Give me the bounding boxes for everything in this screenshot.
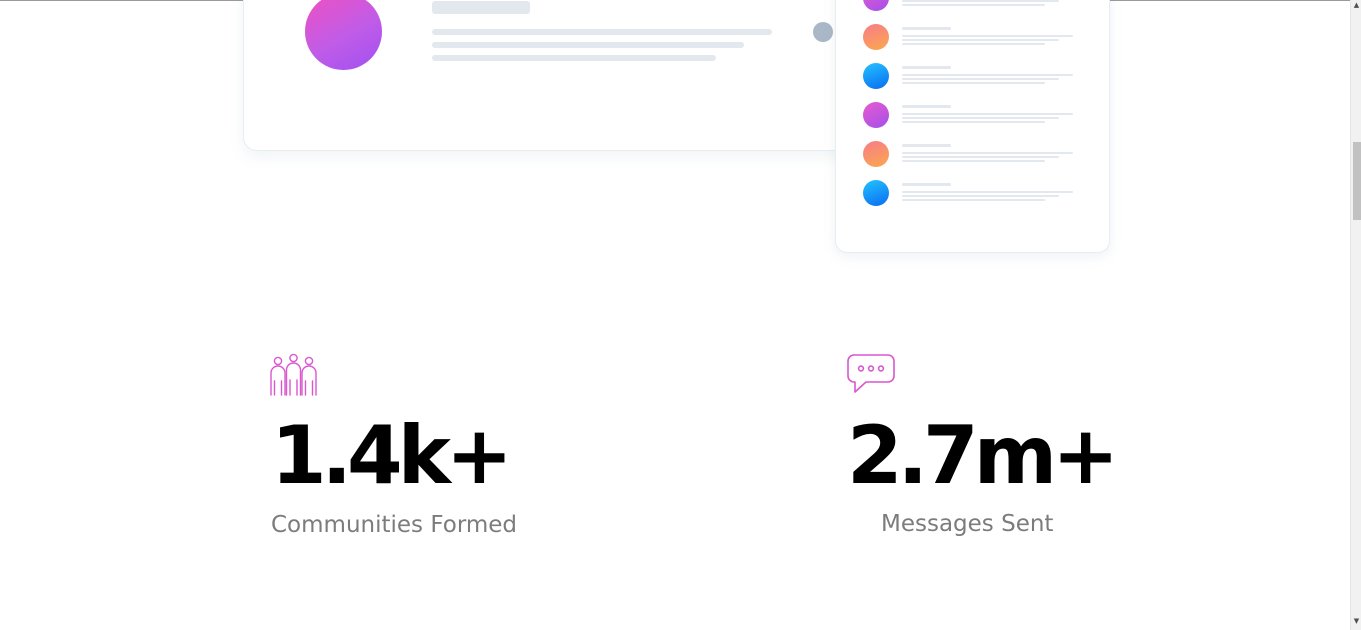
mockup-list-text-skeleton — [902, 0, 1059, 2]
mockup-list-title-skeleton — [902, 105, 951, 108]
mockup-list-avatar — [863, 180, 889, 206]
mockup-list-text-skeleton — [902, 82, 1045, 84]
mockup-list-text-skeleton — [902, 152, 1073, 154]
mockup-list-avatar — [863, 102, 889, 128]
mockup-list-text-skeleton — [902, 199, 1045, 201]
mockup-list-avatar — [863, 24, 889, 50]
mockup-list-text-skeleton — [902, 117, 1059, 119]
messages-label: Messages Sent — [881, 511, 1054, 537]
mockup-list-avatar — [863, 63, 889, 89]
messages-count: 2.7m+ — [847, 409, 1119, 502]
page: 1.4k+ Communities Formed 2.7m+ Messages … — [0, 0, 1361, 630]
mockup-list-title-skeleton — [902, 183, 951, 186]
mockup-list-title-skeleton — [902, 144, 951, 147]
mockup-text-skeleton — [432, 29, 772, 35]
mockup-list-text-skeleton — [902, 113, 1073, 115]
scroll-down-arrow[interactable]: ▼ — [1351, 616, 1361, 627]
mockup-title-skeleton — [432, 1, 530, 14]
mockup-list-text-skeleton — [902, 43, 1045, 45]
mockup-list-title-skeleton — [902, 66, 951, 69]
mockup-list-text-skeleton — [902, 78, 1059, 80]
scrollbar-thumb[interactable] — [1353, 142, 1361, 220]
mockup-list-text-skeleton — [902, 4, 1045, 6]
chat-bubble-icon — [846, 353, 896, 395]
mockup-status-dot — [813, 22, 833, 42]
mockup-list-text-skeleton — [902, 121, 1045, 123]
mockup-list-text-skeleton — [902, 191, 1073, 193]
mockup-list-text-skeleton — [902, 195, 1059, 197]
mockup-list-avatar — [863, 141, 889, 167]
mockup-text-skeleton — [432, 55, 716, 61]
mockup-list-title-skeleton — [902, 27, 951, 30]
mockup-list-text-skeleton — [902, 74, 1073, 76]
communities-label: Communities Formed — [271, 512, 518, 538]
mockup-list-text-skeleton — [902, 160, 1045, 162]
mockup-list-text-skeleton — [902, 35, 1073, 37]
vertical-scrollbar[interactable]: ▲ ▼ — [1350, 0, 1361, 630]
mockup-text-skeleton — [432, 42, 744, 48]
scroll-up-arrow[interactable]: ▲ — [1351, 0, 1361, 11]
communities-count: 1.4k+ — [271, 409, 513, 502]
mockup-list-text-skeleton — [902, 156, 1059, 158]
mockup-list-text-skeleton — [902, 39, 1059, 41]
people-icon — [269, 353, 319, 397]
